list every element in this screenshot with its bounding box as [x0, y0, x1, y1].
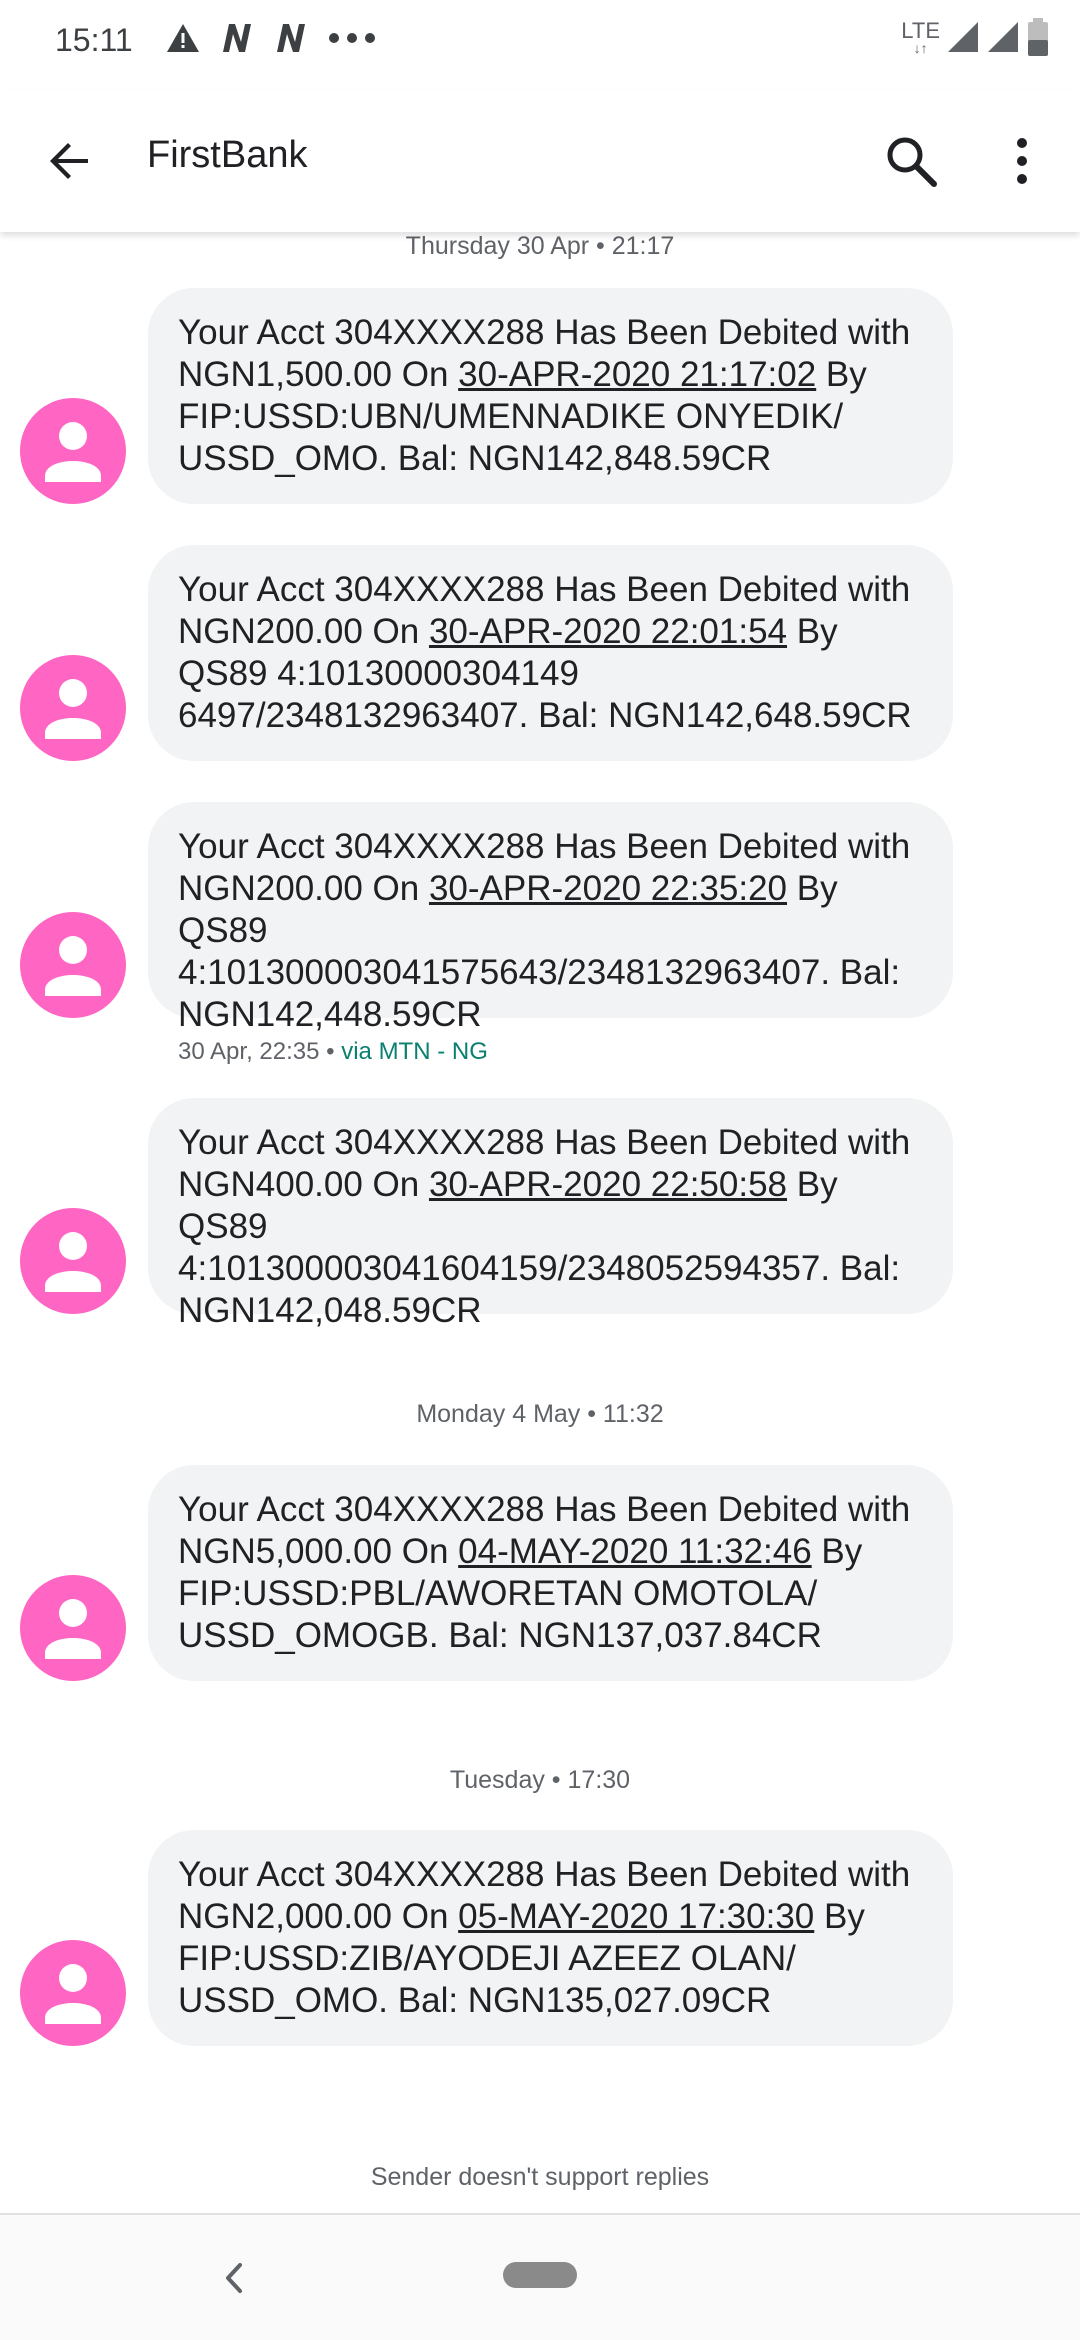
date-link[interactable]: 05-MAY-2020 17:30:30: [458, 1897, 814, 1936]
person-icon: [45, 1964, 101, 2024]
search-button[interactable]: [878, 128, 944, 194]
date-link[interactable]: 30-APR-2020 21:17:02: [458, 355, 816, 394]
nav-home-pill[interactable]: [503, 2262, 577, 2288]
date-separator: Thursday 30 Apr • 21:17: [405, 232, 675, 260]
person-icon: [45, 1232, 101, 1292]
no-reply-notice: Sender doesn't support replies: [370, 2163, 710, 2191]
more-options-button[interactable]: [1000, 128, 1044, 194]
person-icon: [45, 1599, 101, 1659]
sender-avatar[interactable]: [20, 912, 126, 1018]
nav-back-button[interactable]: [212, 2253, 256, 2303]
carrier-label: via MTN - NG: [341, 1038, 488, 1065]
app-n-icon: [223, 24, 251, 52]
warning-icon: [167, 24, 199, 52]
conversation-title: FirstBank: [147, 134, 308, 176]
message-timestamp: 30 Apr, 22:35: [178, 1038, 320, 1065]
sender-avatar[interactable]: [20, 655, 126, 761]
date-link[interactable]: 04-MAY-2020 11:32:46: [458, 1532, 812, 1571]
sender-avatar[interactable]: [20, 398, 126, 504]
date-separator: Tuesday • 17:30: [449, 1766, 631, 1794]
chevron-left-icon: [226, 2263, 242, 2293]
notification-icons: [165, 22, 377, 54]
sender-avatar[interactable]: [20, 1575, 126, 1681]
back-button[interactable]: [40, 131, 100, 191]
search-icon: [887, 137, 937, 187]
sender-avatar[interactable]: [20, 1208, 126, 1314]
message-meta: 30 Apr, 22:35 • via MTN - NG: [178, 1038, 488, 1065]
message-bubble[interactable]: Your Acct 304XXXX288 Has Been Debited wi…: [148, 1830, 953, 2046]
message-bubble[interactable]: Your Acct 304XXXX288 Has Been Debited wi…: [148, 1465, 953, 1681]
more-vert-icon: [1017, 138, 1027, 184]
more-notifications-icon: [329, 33, 375, 43]
sender-avatar[interactable]: [20, 1940, 126, 2046]
battery-icon: [1028, 18, 1048, 56]
person-icon: [45, 679, 101, 739]
message-thread[interactable]: Thursday 30 Apr • 21:17 Your Acct 304XXX…: [0, 232, 1080, 2212]
message-bubble[interactable]: Your Acct 304XXXX288 Has Been Debited wi…: [148, 802, 953, 1034]
signal-icon: [988, 22, 1018, 52]
person-icon: [45, 936, 101, 996]
system-icons: LTE ↓↑: [901, 18, 1050, 56]
status-bar: 15:11 LTE ↓↑: [0, 0, 1080, 84]
date-link[interactable]: 30-APR-2020 22:01:54: [429, 612, 787, 651]
signal-icon: [948, 22, 978, 52]
date-link[interactable]: 30-APR-2020 22:50:58: [429, 1165, 787, 1204]
date-separator: Monday 4 May • 11:32: [416, 1400, 664, 1428]
message-bubble[interactable]: Your Acct 304XXXX288 Has Been Debited wi…: [148, 288, 953, 504]
arrow-left-icon: [50, 143, 88, 179]
lte-icon: LTE ↓↑: [901, 18, 940, 56]
app-bar: FirstBank: [0, 90, 1080, 232]
person-icon: [45, 422, 101, 482]
status-time: 15:11: [55, 22, 133, 58]
app-n-icon: [277, 24, 305, 52]
date-link[interactable]: 30-APR-2020 22:35:20: [429, 869, 787, 908]
message-bubble[interactable]: Your Acct 304XXXX288 Has Been Debited wi…: [148, 545, 953, 761]
message-bubble[interactable]: Your Acct 304XXXX288 Has Been Debited wi…: [148, 1098, 953, 1330]
